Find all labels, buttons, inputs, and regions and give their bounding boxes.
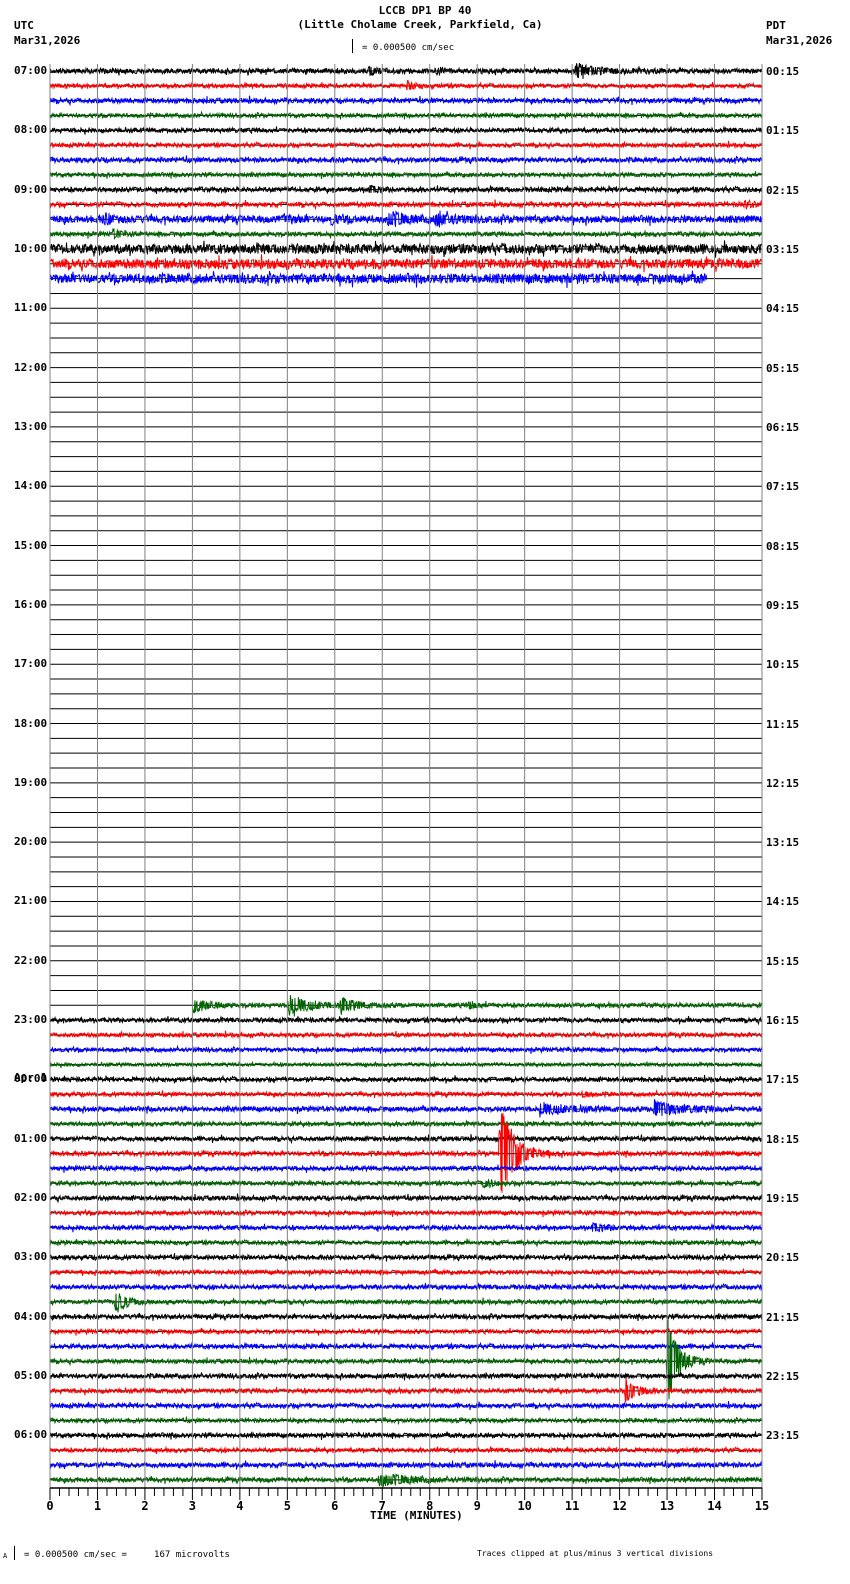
seismic-trace [49, 1311, 763, 1322]
footer-scale-bar-icon [14, 1546, 15, 1560]
seismic-trace [49, 1134, 763, 1145]
x-tick-label: 10 [517, 1499, 531, 1513]
seismic-trace [49, 1327, 763, 1336]
seismic-trace [49, 1015, 763, 1026]
seismic-trace [49, 1268, 763, 1277]
seismic-trace [49, 79, 763, 91]
seismic-trace [49, 1030, 763, 1040]
seismic-trace [49, 63, 763, 80]
seismic-trace [49, 240, 763, 258]
seismic-trace [49, 1207, 763, 1218]
x-tick-label: 6 [331, 1499, 338, 1513]
x-axis-label: TIME (MINUTES) [370, 1509, 463, 1522]
seismic-trace [49, 1178, 763, 1189]
seismic-trace [49, 1252, 763, 1262]
x-tick-label: 4 [236, 1499, 243, 1513]
x-tick-label: 9 [474, 1499, 481, 1513]
seismic-trace [49, 1044, 763, 1055]
seismic-trace [49, 1473, 763, 1488]
helicorder-plot: 0 1 2 3 4 5 6 7 8 9 10 11 12 13 14 15 [46, 63, 769, 1513]
x-tick-label: 11 [565, 1499, 579, 1513]
x-tick-label: 2 [141, 1499, 148, 1513]
seismic-trace [49, 1293, 763, 1313]
x-tick-label: 1 [94, 1499, 101, 1513]
x-tick-label: 5 [284, 1499, 291, 1513]
x-tick-label: 13 [660, 1499, 674, 1513]
seismic-trace [49, 1060, 763, 1069]
x-tick-label: 12 [612, 1499, 626, 1513]
x-tick-label: 0 [46, 1499, 53, 1513]
x-tick-label: 14 [707, 1499, 721, 1513]
corner-mark: A [3, 1552, 8, 1560]
seismic-trace [49, 1238, 763, 1248]
seismic-trace [49, 270, 708, 289]
x-tick-label: 15 [755, 1499, 769, 1513]
seismic-trace [49, 184, 763, 195]
seismic-trace [49, 1445, 763, 1455]
footer-scale-note: = 0.000500 cm/sec = 167 microvolts [24, 1550, 230, 1560]
seismic-trace [49, 254, 763, 273]
clip-note: Traces clipped at plus/minus 3 vertical … [477, 1549, 714, 1558]
seismic-trace [49, 227, 763, 241]
seismic-trace [49, 1099, 763, 1118]
seismic-trace [49, 1282, 763, 1292]
x-tick-label: 3 [189, 1499, 196, 1513]
seismic-trace [49, 95, 763, 107]
